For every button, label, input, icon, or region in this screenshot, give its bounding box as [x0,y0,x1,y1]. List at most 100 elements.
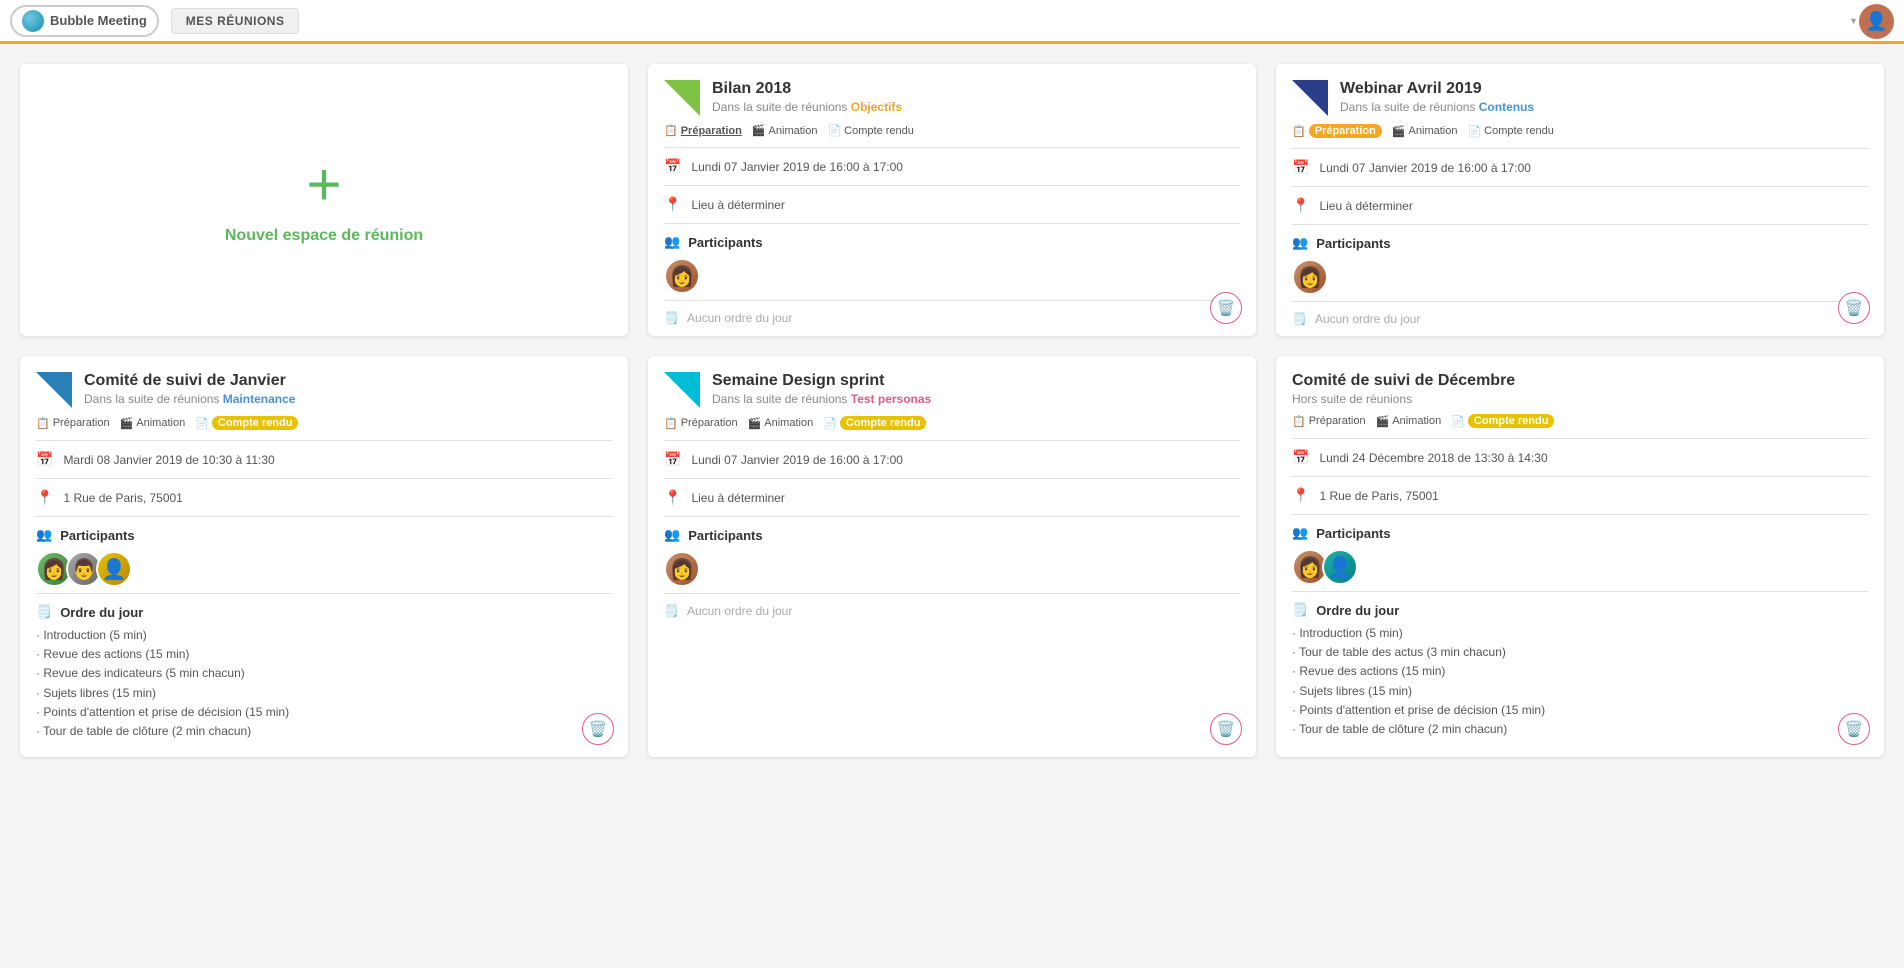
no-agenda-text: Aucun ordre du jour [1315,312,1420,326]
delete-button[interactable]: 🗑️ [1838,713,1870,745]
tab-compte-rendu[interactable]: 📄 Compte rendu [195,416,298,430]
card-title-block: Bilan 2018 Dans la suite de réunions Obj… [712,80,902,114]
participants-section: 👥 Participants 👩 [1276,225,1884,301]
participants-icon: 👥 [36,527,52,543]
participants-section: 👥 Participants 👩 👨 👤 [20,517,628,593]
location-text: 1 Rue de Paris, 75001 [63,491,182,505]
date-text: Lundi 24 Décembre 2018 de 13:30 à 14:30 [1319,451,1547,465]
card-header: Comité de suivi de Décembre Hors suite d… [1276,356,1884,414]
location-icon: 📍 [664,196,681,213]
card-header: Semaine Design sprint Dans la suite de r… [648,356,1256,416]
cards-grid: + Nouvel espace de réunion Bilan 2018 Da… [20,64,1884,757]
location-icon: 📍 [664,489,681,506]
mes-reunions-button[interactable]: MES RÉUNIONS [171,8,300,34]
card-subtitle: Dans la suite de réunions Maintenance [84,392,295,406]
no-agenda: 🗒️ Aucun ordre du jour [648,301,1256,335]
agenda-item: · Revue des indicateurs (5 min chacun) [36,664,612,683]
suite-link[interactable]: Contenus [1479,100,1534,114]
card-title: Webinar Avril 2019 [1340,80,1534,98]
tab-animation[interactable]: 🎬 Animation [1392,125,1458,138]
prep-icon: 📋 [1292,125,1306,138]
tab-cr-label: Compte rendu [844,125,914,137]
suite-link[interactable]: Objectifs [851,100,902,114]
tab-animation[interactable]: 🎬 Animation [120,417,186,430]
participants-label: Participants [1316,236,1390,251]
no-agenda-text: Aucun ordre du jour [687,604,792,618]
location-icon: 📍 [1292,487,1309,504]
participants-section: 👥 Participants 👩 👤 [1276,515,1884,591]
agenda-item: · Points d'attention et prise de décisio… [36,703,612,722]
card-date: 📅 Lundi 07 Janvier 2019 de 16:00 à 17:00 [1276,149,1884,186]
tab-compte-rendu[interactable]: 📄 Compte rendu [1467,125,1553,138]
tab-anim-label: Animation [764,417,813,429]
suite-link[interactable]: Test personas [851,392,931,406]
location-icon: 📍 [36,489,53,506]
suite-link[interactable]: Maintenance [223,392,296,406]
avatar[interactable]: 👤 [1859,4,1894,39]
card-title-block: Comité de suivi de Décembre Hors suite d… [1292,372,1515,406]
participants-icon: 👥 [664,234,680,250]
tab-compte-rendu[interactable]: 📄 Compte rendu [827,124,913,137]
location-text: Lieu à déterminer [691,198,784,212]
tab-animation[interactable]: 🎬 Animation [752,124,818,137]
agenda-icon: 🗒️ [1292,602,1308,618]
agenda-item: · Tour de table de clôture (2 min chacun… [36,722,612,741]
tab-preparation[interactable]: 📋 Préparation [1292,415,1366,428]
agenda-item: · Introduction (5 min) [36,626,612,645]
card-date: 📅 Lundi 07 Janvier 2019 de 16:00 à 17:00 [648,148,1256,185]
tab-anim-label: Animation [136,417,185,429]
avatar-participant-2: 👤 [1322,549,1358,585]
agenda-item: · Revue des actions (15 min) [1292,662,1868,681]
card-location: 📍 1 Rue de Paris, 75001 [20,479,628,516]
agenda-item: · Sujets libres (15 min) [1292,682,1868,701]
avatar-participant: 👩 [664,551,700,587]
calendar-icon: 📅 [1292,449,1309,466]
prep-icon: 📋 [664,417,678,430]
card-subtitle: Dans la suite de réunions Contenus [1340,100,1534,114]
no-agenda: 🗒️ Aucun ordre du jour [1276,302,1884,336]
delete-button[interactable]: 🗑️ [1210,292,1242,324]
logo[interactable]: Bubble Meeting [10,5,159,37]
tab-preparation[interactable]: 📋 Préparation [664,417,738,430]
participants-section: 👥 Participants 👩 [648,517,1256,593]
tab-preparation[interactable]: 📋 Préparation [36,417,110,430]
delete-button[interactable]: 🗑️ [582,713,614,745]
card-tabs: 📋 Préparation 🎬 Animation 📄 Compte rendu [20,416,628,440]
avatar-icon: 👤 [1865,11,1887,32]
card-title: Semaine Design sprint [712,372,931,390]
agenda-item: · Introduction (5 min) [1292,624,1868,643]
location-icon: 📍 [1292,197,1309,214]
card-header: Webinar Avril 2019 Dans la suite de réun… [1276,64,1884,124]
tab-compte-rendu[interactable]: 📄 Compte rendu [1451,414,1554,428]
tab-animation[interactable]: 🎬 Animation [748,417,814,430]
anim-icon: 🎬 [1376,415,1390,428]
participants-label: Participants [688,528,762,543]
plus-icon: + [306,155,341,215]
tab-animation[interactable]: 🎬 Animation [1376,415,1442,428]
tab-prep-label: Préparation [1309,415,1366,427]
tab-preparation[interactable]: 📋 Préparation [1292,124,1382,138]
card-title: Comité de suivi de Janvier [84,372,295,390]
main-content: + Nouvel espace de réunion Bilan 2018 Da… [0,44,1904,777]
location-text: Lieu à déterminer [691,491,784,505]
card-comite-janvier: Comité de suivi de Janvier Dans la suite… [20,356,628,757]
delete-button[interactable]: 🗑️ [1210,713,1242,745]
delete-button[interactable]: 🗑️ [1838,292,1870,324]
card-semaine-design: Semaine Design sprint Dans la suite de r… [648,356,1256,757]
date-text: Lundi 07 Janvier 2019 de 16:00 à 17:00 [1319,161,1531,175]
tab-compte-rendu[interactable]: 📄 Compte rendu [823,416,926,430]
agenda-item: · Tour de table de clôture (2 min chacun… [1292,720,1868,739]
agenda-item: · Tour de table des actus (3 min chacun) [1292,643,1868,662]
card-subtitle: Dans la suite de réunions Objectifs [712,100,902,114]
agenda-title-text: Ordre du jour [60,605,143,620]
agenda-empty-icon: 🗒️ [664,604,679,618]
cr-icon: 📄 [827,124,841,137]
card-subtitle: Dans la suite de réunions Test personas [712,392,931,406]
card-date: 📅 Lundi 07 Janvier 2019 de 16:00 à 17:00 [648,441,1256,478]
agenda-section: 🗒️ Ordre du jour · Introduction (5 min) … [1276,592,1884,755]
agenda-item: · Sujets libres (15 min) [36,684,612,703]
participants-icon: 👥 [664,527,680,543]
avatar-participant: 👩 [664,258,700,294]
new-meeting-card[interactable]: + Nouvel espace de réunion [20,64,628,336]
tab-preparation[interactable]: 📋 Préparation [664,124,742,137]
